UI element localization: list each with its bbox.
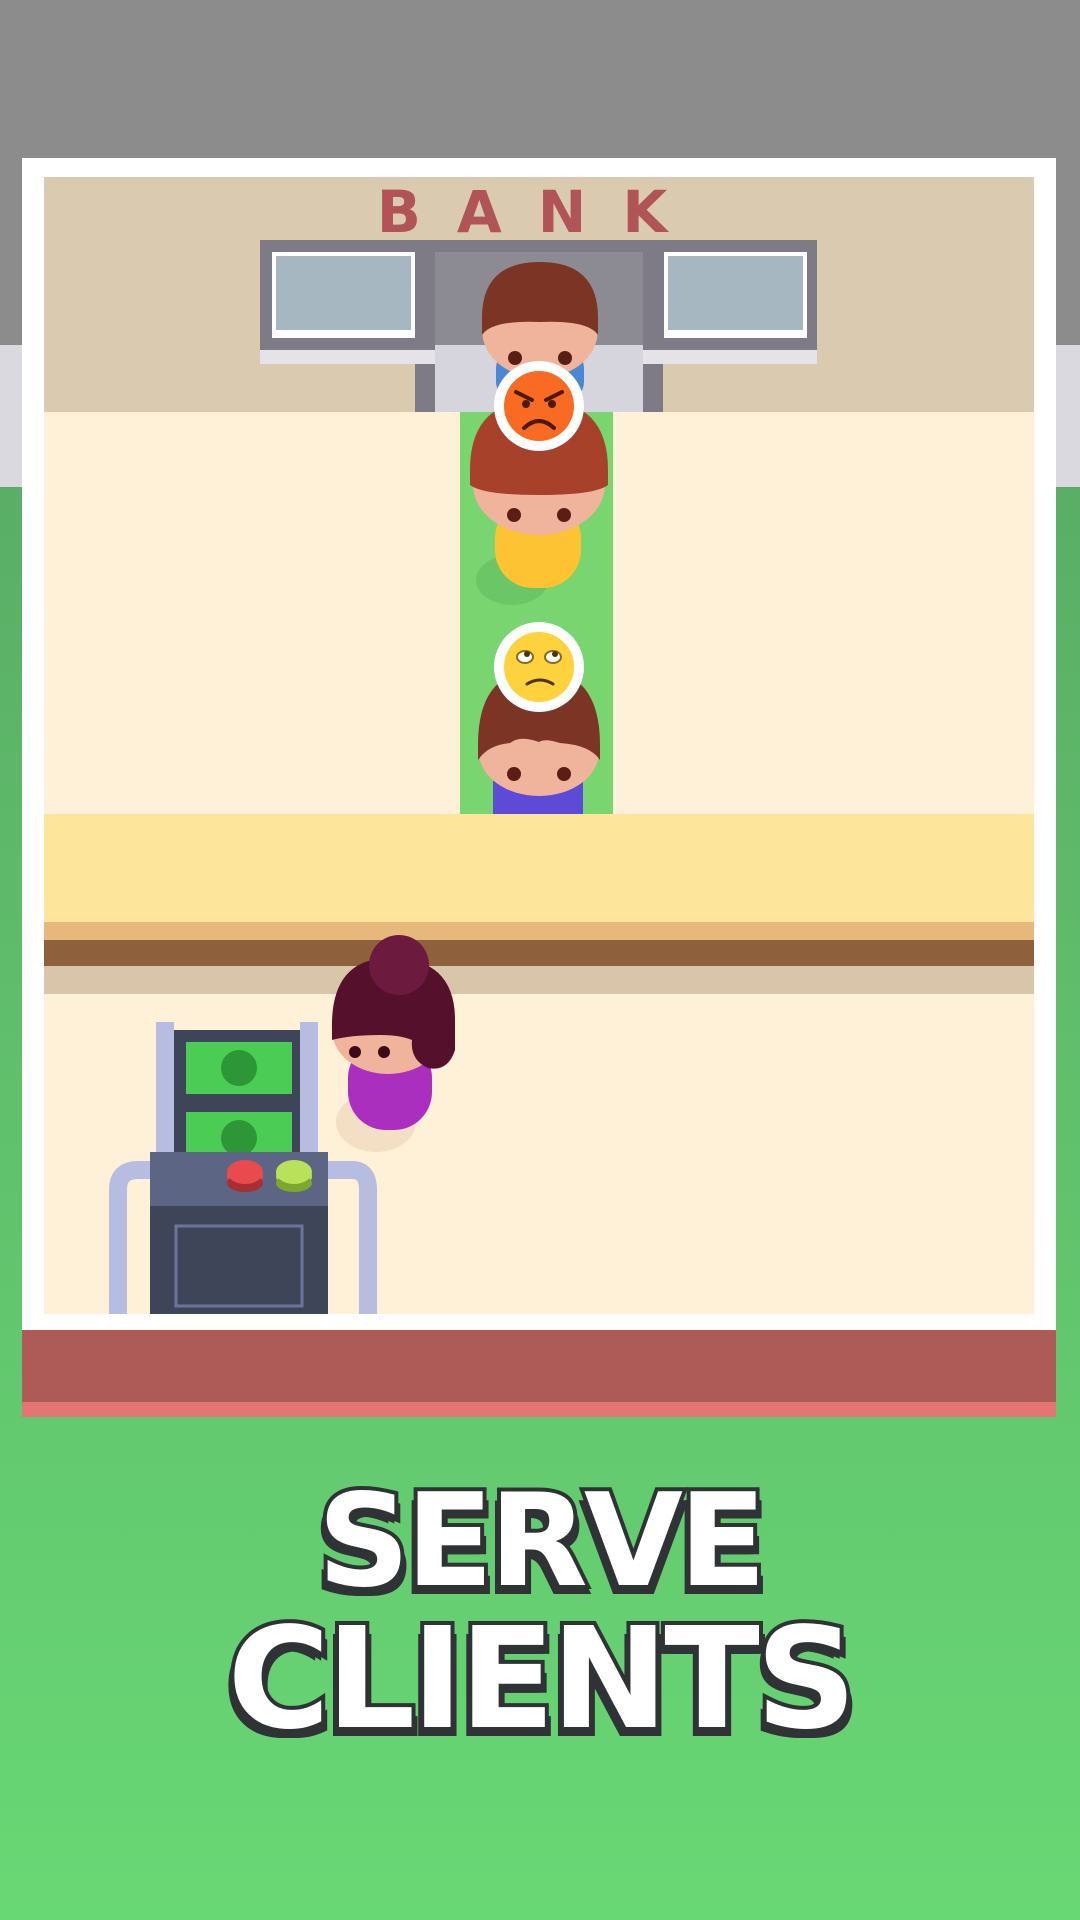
bank-sign: BANK	[377, 178, 704, 246]
game-scene: BANK	[0, 0, 1080, 1920]
annoyed-emoji-icon	[494, 622, 584, 712]
service-counter	[44, 814, 1034, 994]
building-front-wall	[22, 1330, 1056, 1402]
building-front-trim	[22, 1402, 1056, 1417]
angry-emoji-icon	[494, 361, 584, 451]
